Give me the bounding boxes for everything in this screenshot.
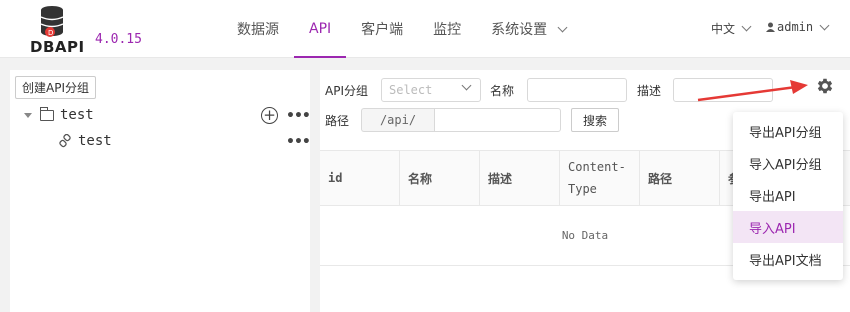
nav-client[interactable]: 客户端 [346,0,418,58]
nav-label: 客户端 [361,22,404,38]
column-header-text: Content-Type [568,160,626,196]
column-header[interactable]: 名称 [400,151,480,205]
api-group-filter-label: API分组 [325,84,368,98]
name-input[interactable] [527,78,627,102]
version-label: 4.0.15 [95,32,142,47]
api-group-select[interactable]: Select [381,78,481,102]
name-filter-label: 名称 [490,84,515,98]
menu-item-export-api[interactable]: 导出API [733,179,843,211]
caret-down-icon[interactable] [24,112,32,118]
chevron-down-icon [819,20,830,30]
description-input[interactable] [673,78,773,102]
path-filter-label: 路径 [325,114,350,128]
column-header[interactable]: 描述 [480,151,560,205]
create-api-group-button[interactable]: 创建API分组 [15,76,96,99]
column-header[interactable]: Content-Type [560,151,640,205]
logo-text: DBAPI [30,38,85,56]
menu-item-label: 导出API文档 [749,253,822,269]
tree-node-group[interactable]: test [24,106,94,123]
more-glyph: ••• [286,134,311,150]
menu-item-export-api-group[interactable]: 导出API分组 [733,115,843,147]
search-button[interactable]: 搜索 [571,108,619,132]
more-options-icon[interactable]: ••• [286,108,311,124]
nav-datasource[interactable]: 数据源 [222,0,294,58]
main-nav: 数据源 API 客户端 监控 系统设置 [222,0,581,58]
language-label: 中文 [711,22,736,36]
menu-item-import-api[interactable]: 导入API [733,211,843,243]
nav-label: 监控 [433,22,462,38]
settings-dropdown-menu: 导出API分组 导入API分组 导出API 导入API 导出API文档 [733,112,843,280]
column-header[interactable]: 路径 [640,151,720,205]
link-icon [59,134,71,148]
path-prefix-text: /api/ [379,113,417,127]
column-header[interactable]: id [320,151,400,205]
nav-system-settings[interactable]: 系统设置 [476,0,581,58]
select-placeholder: Select [389,83,433,97]
gear-icon[interactable] [815,76,835,96]
menu-item-label: 导入API分组 [749,157,822,173]
menu-item-import-api-group[interactable]: 导入API分组 [733,147,843,179]
path-prefix-addon: /api/ [361,108,434,132]
chevron-down-icon [741,21,752,32]
more-options-icon[interactable]: ••• [286,134,311,150]
chevron-down-icon [461,80,472,91]
path-input[interactable] [434,108,561,132]
description-filter-label: 描述 [637,84,662,98]
nav-monitor[interactable]: 监控 [418,0,476,58]
menu-item-label: 导入API [749,221,796,237]
api-group-tree-panel: 创建API分组 test + ••• test ••• [10,70,311,312]
more-glyph: ••• [286,108,311,124]
user-icon [766,22,775,32]
tree-node-api[interactable]: test [58,133,112,149]
nav-label: 系统设置 [491,22,548,38]
menu-item-label: 导出API [749,189,796,205]
plus-glyph: + [263,106,276,124]
user-menu[interactable]: admin [766,20,830,34]
menu-item-label: 导出API分组 [749,125,822,141]
nav-label: API [309,21,332,37]
language-selector[interactable]: 中文 [711,20,752,37]
chevron-down-icon [557,22,568,32]
add-api-icon[interactable]: + [261,107,278,124]
tree-node-label: test [78,133,112,149]
search-button-label: 搜索 [582,113,607,128]
menu-item-export-api-docs[interactable]: 导出API文档 [733,243,843,275]
svg-text:D: D [48,29,53,37]
username: admin [777,20,814,34]
top-header: D DBAPI 4.0.15 数据源 API 客户端 监控 系统设置 中文 ad… [0,0,850,58]
tree-node-label: test [60,107,94,123]
folder-icon [40,106,54,121]
nav-label: 数据源 [237,22,279,38]
nav-api[interactable]: API [294,0,347,58]
